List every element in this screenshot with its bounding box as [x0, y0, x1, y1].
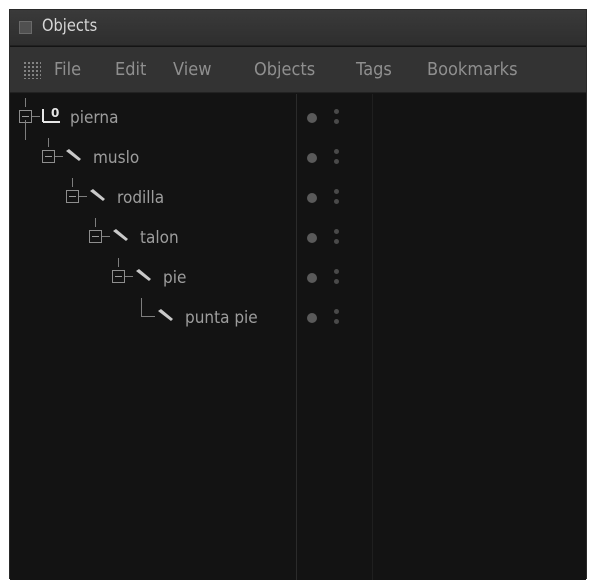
menu-objects[interactable]: Objects: [254, 59, 315, 80]
menu-edit[interactable]: Edit: [115, 59, 146, 80]
object-label[interactable]: pie: [163, 268, 186, 288]
tree-connector: [141, 316, 155, 317]
title-bar[interactable]: Objects: [10, 10, 586, 46]
editor-visibility-dot[interactable]: [334, 149, 339, 154]
editor-visibility-dot[interactable]: [334, 189, 339, 194]
menu-bar: File Edit View Objects Tags Bookmarks: [10, 47, 586, 93]
null-object-icon: 0: [42, 106, 60, 123]
render-visibility-dot[interactable]: [334, 279, 339, 284]
editor-visibility-dot[interactable]: [334, 269, 339, 274]
tree-row-talon[interactable]: talon: [10, 218, 586, 258]
render-visibility-dot[interactable]: [334, 119, 339, 124]
visibility-dot[interactable]: [307, 153, 317, 163]
collapse-icon[interactable]: [89, 230, 102, 243]
object-label[interactable]: rodilla: [117, 188, 164, 208]
object-label[interactable]: muslo: [93, 148, 139, 168]
editor-visibility-dot[interactable]: [334, 109, 339, 114]
visibility-dot[interactable]: [307, 113, 317, 123]
objects-window: Objects File Edit View Objects Tags Book…: [9, 9, 587, 580]
tree-row-rodilla[interactable]: rodilla: [10, 178, 586, 218]
bone-icon: [136, 269, 151, 281]
bone-icon: [113, 229, 128, 241]
editor-visibility-dot[interactable]: [334, 229, 339, 234]
render-visibility-dot[interactable]: [334, 239, 339, 244]
menu-tags[interactable]: Tags: [356, 59, 392, 80]
visibility-dot[interactable]: [307, 193, 317, 203]
drag-grip-icon[interactable]: [23, 61, 41, 79]
menu-view[interactable]: View: [173, 59, 211, 80]
object-label[interactable]: talon: [140, 228, 179, 248]
tree-connector: [141, 298, 142, 317]
collapse-icon[interactable]: [42, 150, 55, 163]
window-title: Objects: [42, 16, 98, 36]
tree-row-punta-pie[interactable]: punta pie: [10, 298, 586, 338]
collapse-icon[interactable]: [112, 270, 125, 283]
object-label[interactable]: pierna: [70, 108, 118, 128]
window-menu-icon[interactable]: [19, 21, 32, 34]
menu-file[interactable]: File: [54, 59, 81, 80]
render-visibility-dot[interactable]: [334, 159, 339, 164]
tree-row-pie[interactable]: pie: [10, 258, 586, 298]
visibility-dot[interactable]: [307, 233, 317, 243]
bone-icon: [66, 149, 81, 161]
object-label[interactable]: punta pie: [185, 308, 258, 328]
render-visibility-dot[interactable]: [334, 319, 339, 324]
tree-row-pierna[interactable]: 0 pierna: [10, 98, 586, 138]
collapse-icon[interactable]: [66, 190, 79, 203]
render-visibility-dot[interactable]: [334, 199, 339, 204]
visibility-dot[interactable]: [307, 273, 317, 283]
svg-text:0: 0: [51, 106, 59, 120]
bone-icon: [158, 309, 173, 321]
visibility-dot[interactable]: [307, 313, 317, 323]
object-tree-panel: 0 pierna muslo rodilla talon pie punta p…: [10, 94, 586, 580]
editor-visibility-dot[interactable]: [334, 309, 339, 314]
menu-bookmarks[interactable]: Bookmarks: [427, 59, 518, 80]
tree-row-muslo[interactable]: muslo: [10, 138, 586, 178]
bone-icon: [90, 189, 105, 201]
